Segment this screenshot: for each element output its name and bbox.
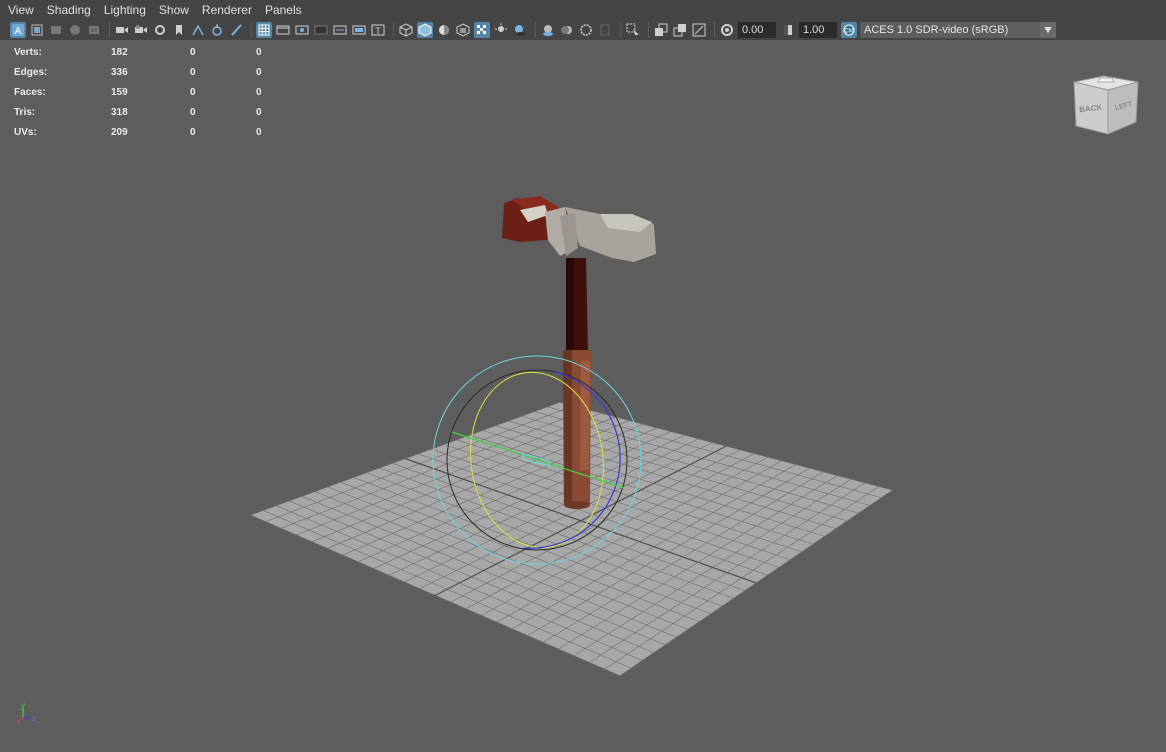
gamma-icon[interactable] [780, 22, 796, 38]
move-tool-icon[interactable] [190, 22, 206, 38]
anti-aliasing-icon[interactable] [578, 22, 594, 38]
color-space-dropdown[interactable]: ACES 1.0 SDR-video (sRGB) [860, 22, 1056, 38]
hud-row-verts: Verts: 182 0 0 [14, 46, 262, 58]
camera-lock-icon[interactable] [133, 22, 149, 38]
lights-icon[interactable] [493, 22, 509, 38]
gate-mask-icon[interactable] [313, 22, 329, 38]
ambient-occlusion-icon[interactable] [540, 22, 556, 38]
menu-shading[interactable]: Shading [42, 0, 96, 20]
panel-toolbar: A T 0.00 1.00 CM ACES 1.0 SDR-video (sRG… [0, 20, 1166, 40]
film-gate-icon[interactable] [152, 22, 168, 38]
field-chart-icon[interactable] [332, 22, 348, 38]
toolbar-separator [714, 22, 715, 38]
menu-show[interactable]: Show [154, 0, 194, 20]
svg-text:CM: CM [844, 29, 853, 35]
hud-row-faces: Faces: 159 0 0 [14, 86, 262, 98]
frame-selection-icon[interactable] [691, 22, 707, 38]
axis-indicator: y z [16, 701, 36, 723]
toolbar-separator [620, 22, 621, 38]
bookmarks-icon[interactable] [48, 22, 64, 38]
svg-text:T: T [375, 26, 381, 36]
resolution-gate-icon[interactable] [294, 22, 310, 38]
select-camera-icon[interactable]: A [10, 22, 26, 38]
menu-renderer[interactable]: Renderer [197, 0, 257, 20]
safe-title-icon[interactable]: T [370, 22, 386, 38]
menu-view[interactable]: View [3, 0, 39, 20]
camera-icon[interactable] [114, 22, 130, 38]
view-2d-pan-icon[interactable] [86, 22, 102, 38]
menu-panels[interactable]: Panels [260, 0, 307, 20]
flat-shade-icon[interactable] [436, 22, 452, 38]
hud-row-edges: Edges: 336 0 0 [14, 66, 262, 78]
axis-z-label: z [32, 714, 36, 723]
panel-menubar: View Shading Lighting Show Renderer Pane… [0, 0, 1166, 20]
textured-icon[interactable] [455, 22, 471, 38]
hud-row-uvs: UVs: 209 0 0 [14, 126, 262, 138]
poly-count-hud: Verts: 182 0 0 Edges: 336 0 0 Faces: 159… [14, 42, 262, 142]
shadows-icon[interactable] [512, 22, 528, 38]
gamma-field[interactable]: 1.00 [799, 22, 837, 38]
color-management-icon[interactable]: CM [841, 22, 857, 38]
toolbar-separator [251, 22, 252, 38]
smooth-shade-icon[interactable] [417, 22, 433, 38]
camera-attributes-icon[interactable] [29, 22, 45, 38]
scene-canvas [248, 196, 895, 677]
image-plane-icon[interactable] [67, 22, 83, 38]
toolbar-separator [393, 22, 394, 38]
3d-viewport[interactable]: Verts: 182 0 0 Edges: 336 0 0 Faces: 159… [0, 40, 1166, 752]
axis-y-label: y [21, 701, 25, 710]
rotate-tool-icon[interactable] [209, 22, 225, 38]
svg-text:A: A [15, 26, 22, 37]
toolbar-separator [648, 22, 649, 38]
exposure-field[interactable]: 0.00 [738, 22, 776, 38]
xray-joints-icon[interactable] [653, 22, 669, 38]
menu-lighting[interactable]: Lighting [99, 0, 151, 20]
isolate-select-icon[interactable] [625, 22, 641, 38]
xray-icon[interactable] [474, 22, 490, 38]
xray-components-icon[interactable] [672, 22, 688, 38]
safe-action-icon[interactable] [351, 22, 367, 38]
hud-row-tris: Tris: 318 0 0 [14, 106, 262, 118]
paint-tool-icon[interactable] [228, 22, 244, 38]
toolbar-separator [535, 22, 536, 38]
toolbar-separator [109, 22, 110, 38]
depth-of-field-icon[interactable] [597, 22, 613, 38]
color-space-value: ACES 1.0 SDR-video (sRGB) [864, 24, 1009, 36]
bookmark-icon[interactable] [171, 22, 187, 38]
exposure-icon[interactable] [719, 22, 735, 38]
motion-blur-icon[interactable] [559, 22, 575, 38]
chevron-down-icon [1040, 22, 1056, 38]
grid-icon[interactable] [256, 22, 272, 38]
wireframe-icon[interactable] [398, 22, 414, 38]
view-cube[interactable]: BACK LEFT [1070, 68, 1142, 136]
film-strip-icon[interactable] [275, 22, 291, 38]
